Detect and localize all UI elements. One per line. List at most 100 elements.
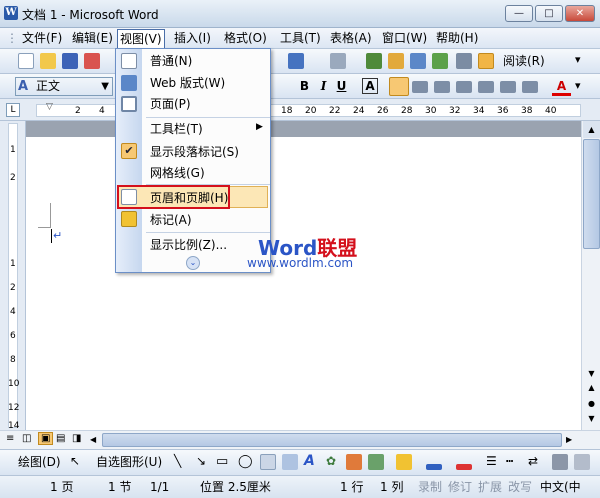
menu-file[interactable]: 文件(F)	[20, 31, 64, 46]
undo-icon[interactable]	[288, 53, 304, 69]
status-overtype[interactable]: 改写	[508, 480, 532, 495]
scroll-down-icon[interactable]: ▼	[583, 366, 600, 381]
web-view-icon[interactable]: ◫	[22, 433, 31, 444]
clip-art-icon[interactable]	[346, 454, 362, 470]
menu-tools[interactable]: 工具(T)	[278, 31, 323, 46]
permission-icon[interactable]	[84, 53, 100, 69]
maximize-button[interactable]: □	[535, 5, 563, 22]
align-center-icon[interactable]	[412, 81, 428, 93]
scroll-thumb[interactable]	[583, 139, 600, 249]
bullets-icon[interactable]	[522, 81, 538, 93]
columns-icon[interactable]	[456, 53, 472, 69]
document-area[interactable]: ↵	[26, 121, 581, 430]
tables-borders-icon[interactable]	[388, 53, 404, 69]
fill-color-icon[interactable]	[396, 454, 412, 470]
close-button[interactable]: ✕	[565, 5, 595, 22]
expand-menu-icon[interactable]: ⌄	[186, 256, 200, 270]
diagram-icon[interactable]: ✿	[326, 454, 336, 468]
menu-insert[interactable]: 插入(I)	[172, 31, 213, 46]
menu-window[interactable]: 窗口(W)	[380, 31, 429, 46]
align-left-icon[interactable]	[389, 77, 409, 96]
autoshapes-button[interactable]: 自选图形(U)	[96, 455, 162, 470]
open-folder-icon[interactable]	[40, 53, 56, 69]
drawing-toggle-icon[interactable]	[478, 53, 494, 69]
print-layout-view-icon[interactable]: ▣	[38, 432, 54, 445]
save-icon[interactable]	[62, 53, 78, 69]
select-browse-object-icon[interactable]: ●	[583, 399, 600, 413]
line-spacing-icon[interactable]	[478, 81, 494, 93]
font-color-dropdown-icon[interactable]: ▾	[575, 79, 581, 92]
scroll-left-icon[interactable]: ◀	[90, 433, 98, 447]
bold-button[interactable]: B	[295, 77, 314, 96]
scroll-right-icon[interactable]: ▶	[566, 433, 574, 447]
insert-picture-icon[interactable]	[368, 454, 384, 470]
indent-marker-icon[interactable]: ▽	[46, 102, 53, 112]
arrow-icon[interactable]: ↘	[196, 454, 206, 468]
menubar-grip[interactable]: ⋮	[4, 31, 20, 46]
status-extend[interactable]: 扩展	[478, 480, 502, 495]
select-objects-icon[interactable]: ↖	[70, 454, 80, 468]
menu-format[interactable]: 格式(O)	[222, 31, 269, 46]
line-color-icon[interactable]	[426, 464, 442, 470]
dash-style-icon[interactable]: ┅	[506, 454, 513, 468]
style-select[interactable]: 正文 ▼	[15, 77, 113, 96]
menu-item-print-layout[interactable]: 页面(P)	[150, 96, 191, 112]
menu-edit[interactable]: 编辑(E)	[70, 31, 115, 46]
horizontal-ruler[interactable]: L 2 4 18 20 22 24 26 28 30 32 34 36 38 4…	[0, 99, 600, 121]
normal-view-icon[interactable]: ≡	[6, 433, 14, 444]
word-app-icon[interactable]: W	[4, 6, 18, 20]
tab-stop-selector[interactable]: L	[6, 103, 20, 117]
minimize-button[interactable]: —	[505, 5, 533, 22]
character-border-button[interactable]: A	[362, 78, 378, 94]
horizontal-scroll-thumb[interactable]	[102, 433, 562, 447]
italic-button[interactable]: I	[314, 77, 333, 96]
3d-style-icon[interactable]	[574, 454, 590, 470]
page-top-gap	[26, 121, 581, 137]
next-page-icon[interactable]: ▼	[583, 414, 600, 428]
draw-menu-button[interactable]: 绘图(D)	[18, 455, 61, 470]
shadow-style-icon[interactable]	[552, 454, 568, 470]
menu-item-normal[interactable]: 普通(N)	[150, 53, 192, 69]
font-color-button[interactable]: A	[552, 77, 571, 96]
wordart-icon[interactable]: A	[304, 453, 315, 469]
menu-item-markup[interactable]: 标记(A)	[150, 212, 192, 228]
menu-item-gridlines[interactable]: 网格线(G)	[150, 165, 205, 181]
toolbar-options-icon[interactable]: ▾	[575, 53, 581, 66]
text-box-icon[interactable]	[260, 454, 276, 470]
previous-page-icon[interactable]: ▲	[583, 383, 600, 397]
line-style-icon[interactable]: ☰	[486, 454, 497, 468]
rectangle-icon[interactable]: ▭	[216, 454, 228, 469]
redo-icon[interactable]	[330, 53, 346, 69]
new-document-icon[interactable]	[18, 53, 34, 69]
menu-view[interactable]: 视图(V)	[117, 29, 165, 49]
hyperlink-icon[interactable]	[366, 53, 382, 69]
menu-item-web-layout[interactable]: Web 版式(W)	[150, 75, 225, 91]
menu-item-header-footer[interactable]: 页眉和页脚(H)	[150, 190, 228, 206]
status-revision[interactable]: 修订	[448, 480, 472, 495]
vertical-text-box-icon[interactable]	[282, 454, 298, 470]
menu-help[interactable]: 帮助(H)	[434, 31, 480, 46]
menu-item-show-paragraph-marks[interactable]: 显示段落标记(S)	[150, 144, 239, 160]
arrow-style-icon[interactable]: ⇄	[528, 454, 538, 468]
justify-icon[interactable]	[456, 81, 472, 93]
vertical-ruler[interactable]: 1 2 1 2 4 6 8 10 12 14	[0, 121, 26, 431]
draw-font-color-icon[interactable]	[456, 464, 472, 470]
numbering-icon[interactable]	[500, 81, 516, 93]
style-value: 正文	[36, 79, 61, 93]
align-right-icon[interactable]	[434, 81, 450, 93]
line-icon[interactable]: ╲	[174, 454, 181, 468]
scroll-up-icon[interactable]: ▲	[583, 121, 600, 138]
oval-icon[interactable]: ◯	[238, 454, 253, 469]
underline-button[interactable]: U	[332, 77, 351, 96]
menu-item-zoom[interactable]: 显示比例(Z)...	[150, 237, 227, 253]
status-record[interactable]: 录制	[418, 480, 442, 495]
menu-item-toolbars[interactable]: 工具栏(T)	[150, 121, 203, 137]
vertical-scrollbar[interactable]: ▲ ▼ ▲ ● ▼	[581, 121, 600, 430]
read-mode-button[interactable]: 阅读(R)	[503, 54, 545, 69]
reading-view-icon[interactable]: ◨	[72, 433, 81, 444]
outline-view-icon[interactable]: ▤	[56, 433, 65, 444]
insert-excel-icon[interactable]	[432, 53, 448, 69]
menu-table[interactable]: 表格(A)	[328, 31, 374, 46]
insert-table-icon[interactable]	[410, 53, 426, 69]
chevron-down-icon[interactable]: ▼	[101, 78, 109, 95]
